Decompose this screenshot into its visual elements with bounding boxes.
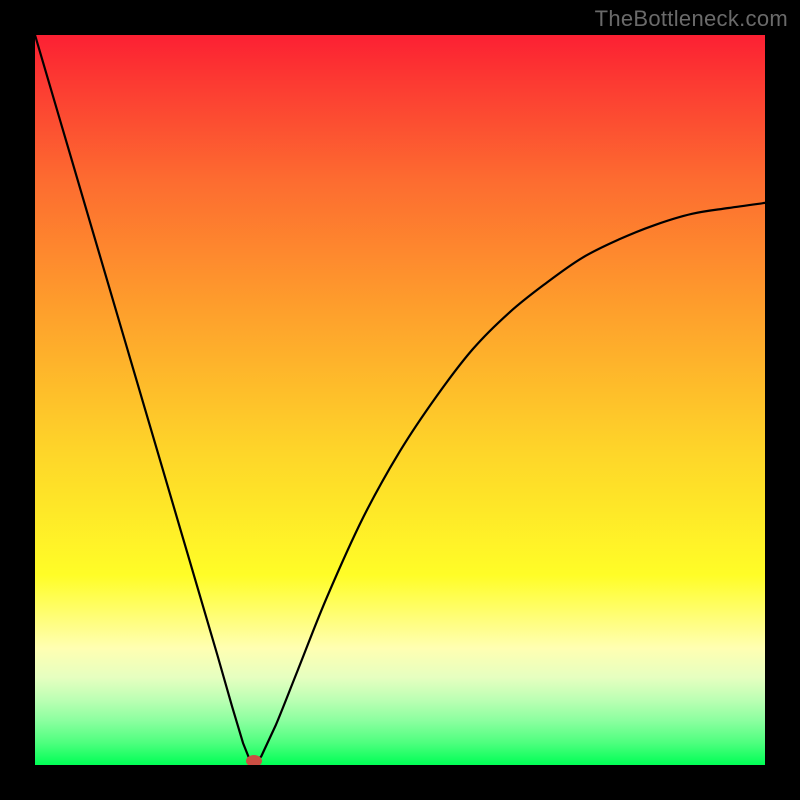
chart-frame: TheBottleneck.com (0, 0, 800, 800)
chart-svg (35, 35, 765, 765)
attribution-text: TheBottleneck.com (595, 6, 788, 32)
bottleneck-curve (35, 35, 765, 765)
plot-area (35, 35, 765, 765)
